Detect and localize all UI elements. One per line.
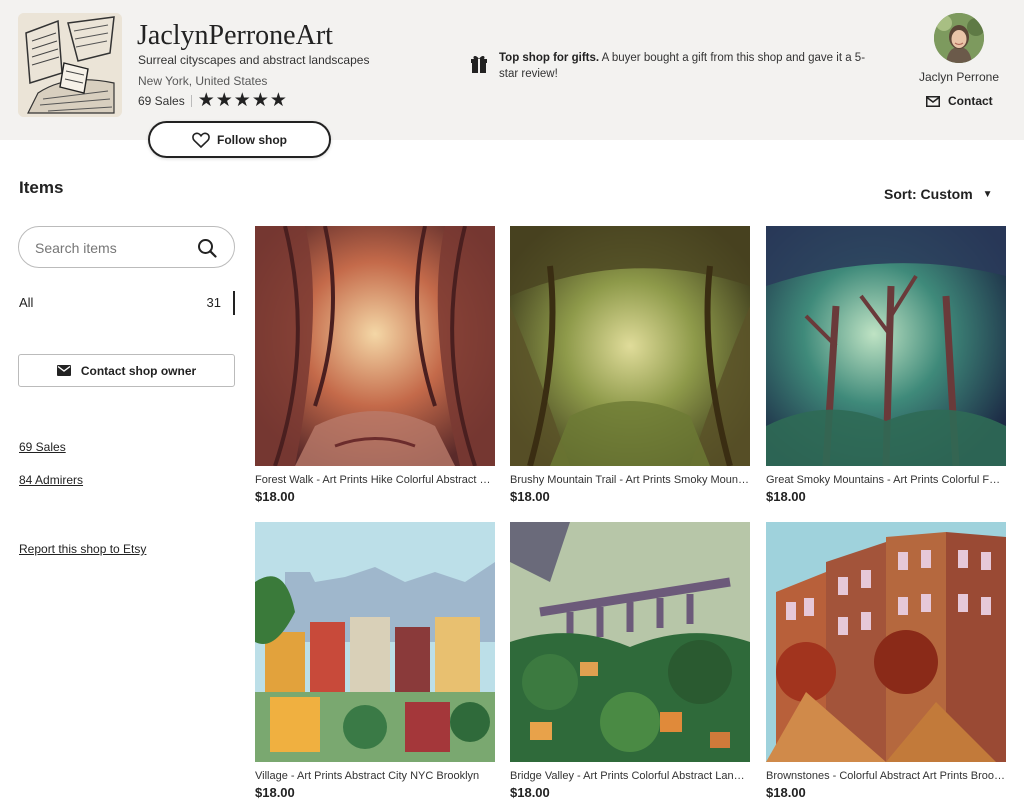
- admirers-link[interactable]: 84 Admirers: [19, 473, 83, 487]
- rating-stars[interactable]: ★ ★ ★ ★ ★: [197, 90, 287, 111]
- listing-price: $18.00: [510, 785, 550, 800]
- shop-name: JaclynPerroneArt: [137, 20, 333, 51]
- items-heading: Items: [19, 178, 64, 197]
- top-shop-heading: Top shop for gifts.: [499, 52, 600, 64]
- listing-price: $18.00: [255, 489, 295, 504]
- owner-name: Jaclyn Perrone: [918, 70, 1000, 84]
- caret-down-icon: ▼: [982, 188, 993, 200]
- follow-label: Follow shop: [217, 132, 287, 147]
- listing-title[interactable]: Brushy Mountain Trail - Art Prints Smoky…: [510, 474, 750, 486]
- section-all-count: 31: [206, 295, 221, 310]
- shop-logo[interactable]: [18, 13, 122, 117]
- listing-title[interactable]: Village - Art Prints Abstract City NYC B…: [255, 770, 495, 782]
- heart-icon: [192, 132, 210, 148]
- listing-card[interactable]: Brownstones - Colorful Abstract Art Prin…: [766, 522, 1006, 800]
- contact-label: Contact: [948, 94, 993, 108]
- sales-link[interactable]: 69 Sales: [19, 440, 66, 454]
- report-shop-link[interactable]: Report this shop to Etsy: [19, 542, 146, 556]
- listing-price: $18.00: [255, 785, 295, 800]
- contact-shop-owner-button[interactable]: Contact shop owner: [18, 354, 235, 387]
- listing-image[interactable]: [255, 226, 495, 466]
- divider: [190, 95, 192, 107]
- active-indicator: [233, 291, 235, 315]
- star-icon: ★: [197, 90, 215, 111]
- listing-card[interactable]: Brushy Mountain Trail - Art Prints Smoky…: [510, 226, 750, 504]
- contact-button[interactable]: Contact: [926, 94, 993, 108]
- star-icon: ★: [233, 90, 251, 111]
- listing-title[interactable]: Bridge Valley - Art Prints Colorful Abst…: [510, 770, 750, 782]
- search-box: [18, 226, 235, 268]
- shop-tagline: Surreal cityscapes and abstract landscap…: [138, 53, 370, 67]
- shop-sales-count: 69 Sales: [138, 94, 185, 108]
- listing-card[interactable]: Bridge Valley - Art Prints Colorful Abst…: [510, 522, 750, 800]
- star-icon: ★: [269, 90, 287, 111]
- mail-icon: [926, 95, 940, 107]
- star-icon: ★: [251, 90, 269, 111]
- listing-price: $18.00: [766, 785, 806, 800]
- contact-shop-owner-label: Contact shop owner: [80, 363, 197, 378]
- listing-price: $18.00: [766, 489, 806, 504]
- star-icon: ★: [215, 90, 233, 111]
- listing-image[interactable]: [510, 522, 750, 762]
- listing-title[interactable]: Forest Walk - Art Prints Hike Colorful A…: [255, 474, 495, 486]
- mail-icon: [56, 365, 71, 376]
- listing-card[interactable]: Great Smoky Mountains - Art Prints Color…: [766, 226, 1006, 504]
- follow-shop-button[interactable]: Follow shop: [148, 121, 331, 158]
- gift-icon: [471, 55, 487, 73]
- section-all[interactable]: All 31: [18, 288, 235, 318]
- listing-card[interactable]: Village - Art Prints Abstract City NYC B…: [255, 522, 495, 800]
- sort-dropdown[interactable]: Sort: Custom ▼: [884, 186, 993, 202]
- listing-price: $18.00: [510, 489, 550, 504]
- shop-sales-rating: 69 Sales ★ ★ ★ ★ ★: [138, 90, 287, 111]
- listing-image[interactable]: [510, 226, 750, 466]
- search-input[interactable]: [35, 238, 195, 258]
- sort-label: Sort: Custom: [884, 186, 973, 202]
- owner-avatar[interactable]: [934, 13, 984, 63]
- listing-title[interactable]: Brownstones - Colorful Abstract Art Prin…: [766, 770, 1006, 782]
- listing-title[interactable]: Great Smoky Mountains - Art Prints Color…: [766, 474, 1006, 486]
- listing-image[interactable]: [766, 522, 1006, 762]
- shop-header: JaclynPerroneArt Surreal cityscapes and …: [0, 0, 1024, 140]
- search-icon[interactable]: [197, 238, 217, 258]
- section-all-label: All: [19, 295, 34, 310]
- listing-image[interactable]: [766, 226, 1006, 466]
- listing-card[interactable]: Forest Walk - Art Prints Hike Colorful A…: [255, 226, 495, 504]
- shop-location: New York, United States: [138, 74, 268, 88]
- top-shop-notice: Top shop for gifts. A buyer bought a gif…: [499, 50, 879, 82]
- listing-image[interactable]: [255, 522, 495, 762]
